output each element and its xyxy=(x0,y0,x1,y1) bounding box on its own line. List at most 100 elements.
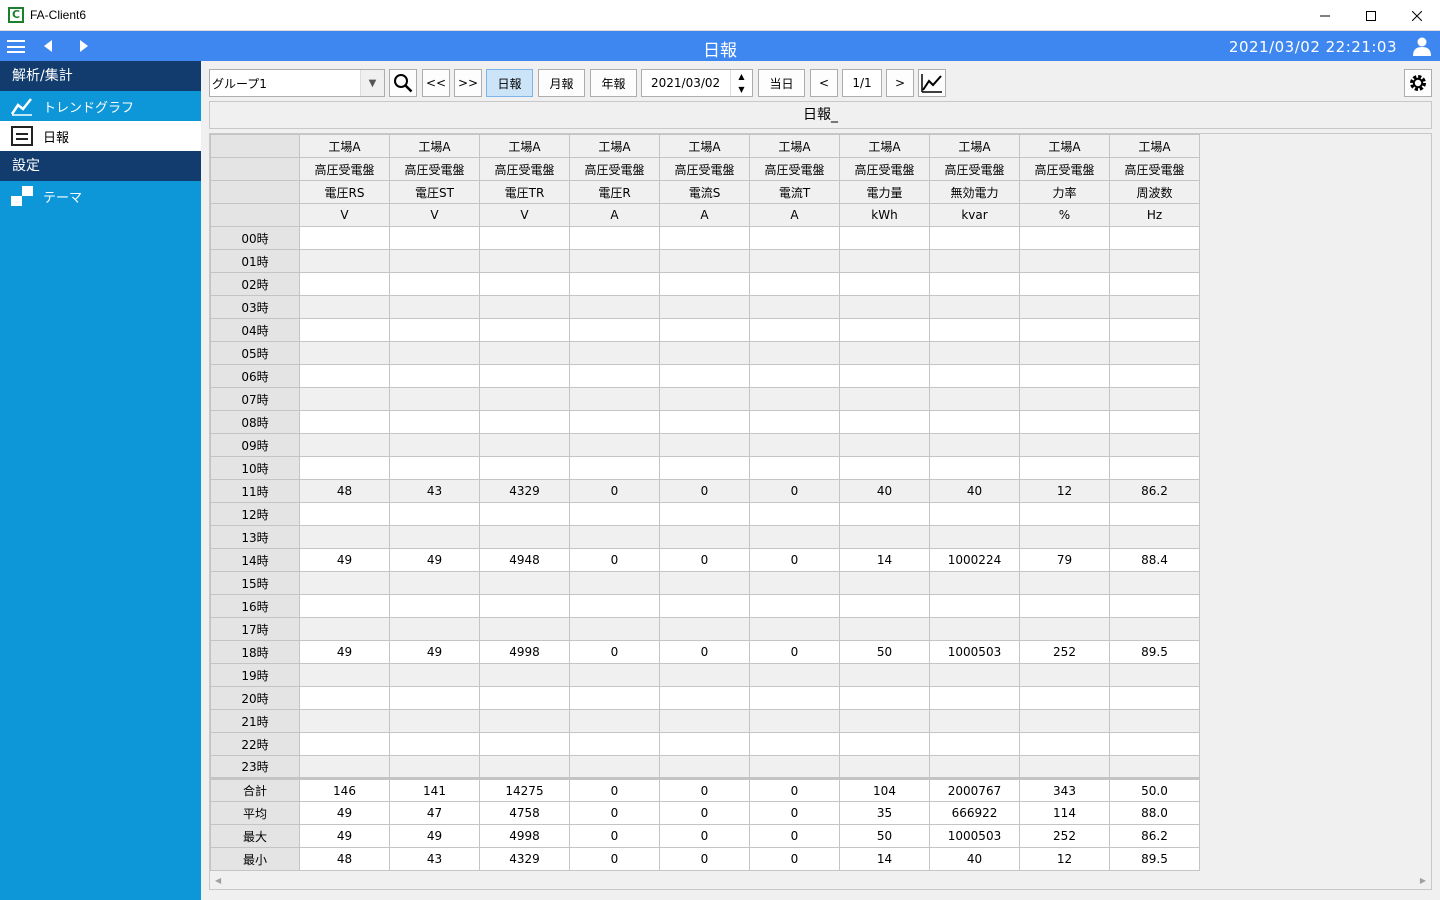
table-cell[interactable] xyxy=(299,755,390,779)
table-cell[interactable] xyxy=(659,525,750,549)
table-cell[interactable]: 50 xyxy=(839,824,930,848)
table-cell[interactable]: 0 xyxy=(749,777,840,802)
table-cell[interactable] xyxy=(749,410,840,434)
table-cell[interactable] xyxy=(749,364,840,388)
next-page-button[interactable]: >> xyxy=(454,69,482,97)
table-cell[interactable] xyxy=(659,571,750,595)
table-cell[interactable] xyxy=(389,686,480,710)
table-cell[interactable] xyxy=(929,410,1020,434)
table-cell[interactable] xyxy=(479,617,570,641)
table-cell[interactable]: 50 xyxy=(839,640,930,664)
table-cell[interactable]: 86.2 xyxy=(1109,824,1200,848)
table-cell[interactable] xyxy=(1019,686,1110,710)
table-cell[interactable] xyxy=(749,525,840,549)
table-cell[interactable] xyxy=(569,226,660,250)
table-cell[interactable] xyxy=(839,272,930,296)
table-cell[interactable]: 0 xyxy=(569,479,660,503)
table-cell[interactable] xyxy=(479,272,570,296)
spin-down-icon[interactable]: ▼ xyxy=(731,83,752,96)
table-cell[interactable] xyxy=(659,341,750,365)
table-cell[interactable] xyxy=(839,732,930,756)
table-cell[interactable]: 0 xyxy=(749,847,840,871)
table-cell[interactable] xyxy=(749,617,840,641)
table-cell[interactable] xyxy=(389,341,480,365)
table-cell[interactable]: 0 xyxy=(659,801,750,825)
scroll-right-icon[interactable]: ▶ xyxy=(1420,876,1426,885)
table-cell[interactable]: 4329 xyxy=(479,479,570,503)
table-cell[interactable] xyxy=(389,295,480,319)
table-cell[interactable]: 49 xyxy=(299,824,390,848)
table-cell[interactable] xyxy=(839,755,930,779)
table-cell[interactable] xyxy=(1109,686,1200,710)
table-cell[interactable]: 0 xyxy=(749,640,840,664)
table-cell[interactable] xyxy=(1109,249,1200,273)
table-cell[interactable] xyxy=(479,709,570,733)
table-cell[interactable] xyxy=(929,318,1020,342)
table-cell[interactable]: 50.0 xyxy=(1109,777,1200,802)
table-cell[interactable] xyxy=(569,364,660,388)
table-cell[interactable] xyxy=(1019,617,1110,641)
table-cell[interactable] xyxy=(659,410,750,434)
table-cell[interactable] xyxy=(389,364,480,388)
table-cell[interactable] xyxy=(929,433,1020,457)
table-cell[interactable] xyxy=(299,456,390,480)
table-cell[interactable] xyxy=(839,617,930,641)
table-cell[interactable] xyxy=(1109,272,1200,296)
table-cell[interactable] xyxy=(929,502,1020,526)
user-icon[interactable] xyxy=(1413,37,1431,56)
table-cell[interactable] xyxy=(479,341,570,365)
table-cell[interactable] xyxy=(1019,364,1110,388)
table-cell[interactable] xyxy=(1019,410,1110,434)
table-cell[interactable] xyxy=(389,249,480,273)
table-cell[interactable]: 43 xyxy=(389,847,480,871)
table-cell[interactable] xyxy=(1109,525,1200,549)
table-cell[interactable] xyxy=(299,686,390,710)
table-cell[interactable]: 49 xyxy=(299,801,390,825)
table-cell[interactable]: 0 xyxy=(569,847,660,871)
table-cell[interactable] xyxy=(299,249,390,273)
table-cell[interactable] xyxy=(749,226,840,250)
table-cell[interactable] xyxy=(839,410,930,434)
table-cell[interactable] xyxy=(929,226,1020,250)
spin-up-icon[interactable]: ▲ xyxy=(731,70,752,83)
table-cell[interactable] xyxy=(659,387,750,411)
table-cell[interactable] xyxy=(749,755,840,779)
table-cell[interactable] xyxy=(659,226,750,250)
table-cell[interactable]: 48 xyxy=(299,479,390,503)
table-cell[interactable] xyxy=(749,571,840,595)
maximize-button[interactable] xyxy=(1348,0,1394,31)
table-cell[interactable] xyxy=(479,318,570,342)
table-cell[interactable]: 0 xyxy=(749,548,840,572)
table-cell[interactable] xyxy=(929,249,1020,273)
table-cell[interactable]: 40 xyxy=(929,847,1020,871)
table-cell[interactable] xyxy=(479,571,570,595)
table-cell[interactable] xyxy=(299,594,390,618)
search-button[interactable] xyxy=(389,69,417,97)
table-cell[interactable] xyxy=(569,318,660,342)
table-cell[interactable] xyxy=(569,410,660,434)
table-cell[interactable] xyxy=(839,502,930,526)
table-cell[interactable] xyxy=(569,594,660,618)
table-cell[interactable] xyxy=(839,387,930,411)
table-cell[interactable] xyxy=(479,663,570,687)
table-cell[interactable] xyxy=(839,318,930,342)
table-cell[interactable] xyxy=(749,663,840,687)
table-cell[interactable] xyxy=(1109,755,1200,779)
table-cell[interactable] xyxy=(1019,387,1110,411)
table-cell[interactable] xyxy=(1019,249,1110,273)
table-cell[interactable] xyxy=(929,732,1020,756)
table-cell[interactable] xyxy=(659,709,750,733)
table-cell[interactable] xyxy=(569,502,660,526)
table-cell[interactable] xyxy=(479,456,570,480)
table-cell[interactable] xyxy=(479,686,570,710)
table-cell[interactable] xyxy=(1109,663,1200,687)
horizontal-scrollbar[interactable]: ◀ ▶ xyxy=(210,875,1431,889)
chevron-down-icon[interactable]: ▼ xyxy=(360,70,384,96)
table-cell[interactable] xyxy=(839,686,930,710)
table-cell[interactable] xyxy=(659,755,750,779)
table-cell[interactable] xyxy=(389,387,480,411)
table-cell[interactable] xyxy=(839,525,930,549)
next-button[interactable]: > xyxy=(886,69,914,97)
table-cell[interactable] xyxy=(929,525,1020,549)
table-cell[interactable] xyxy=(839,571,930,595)
